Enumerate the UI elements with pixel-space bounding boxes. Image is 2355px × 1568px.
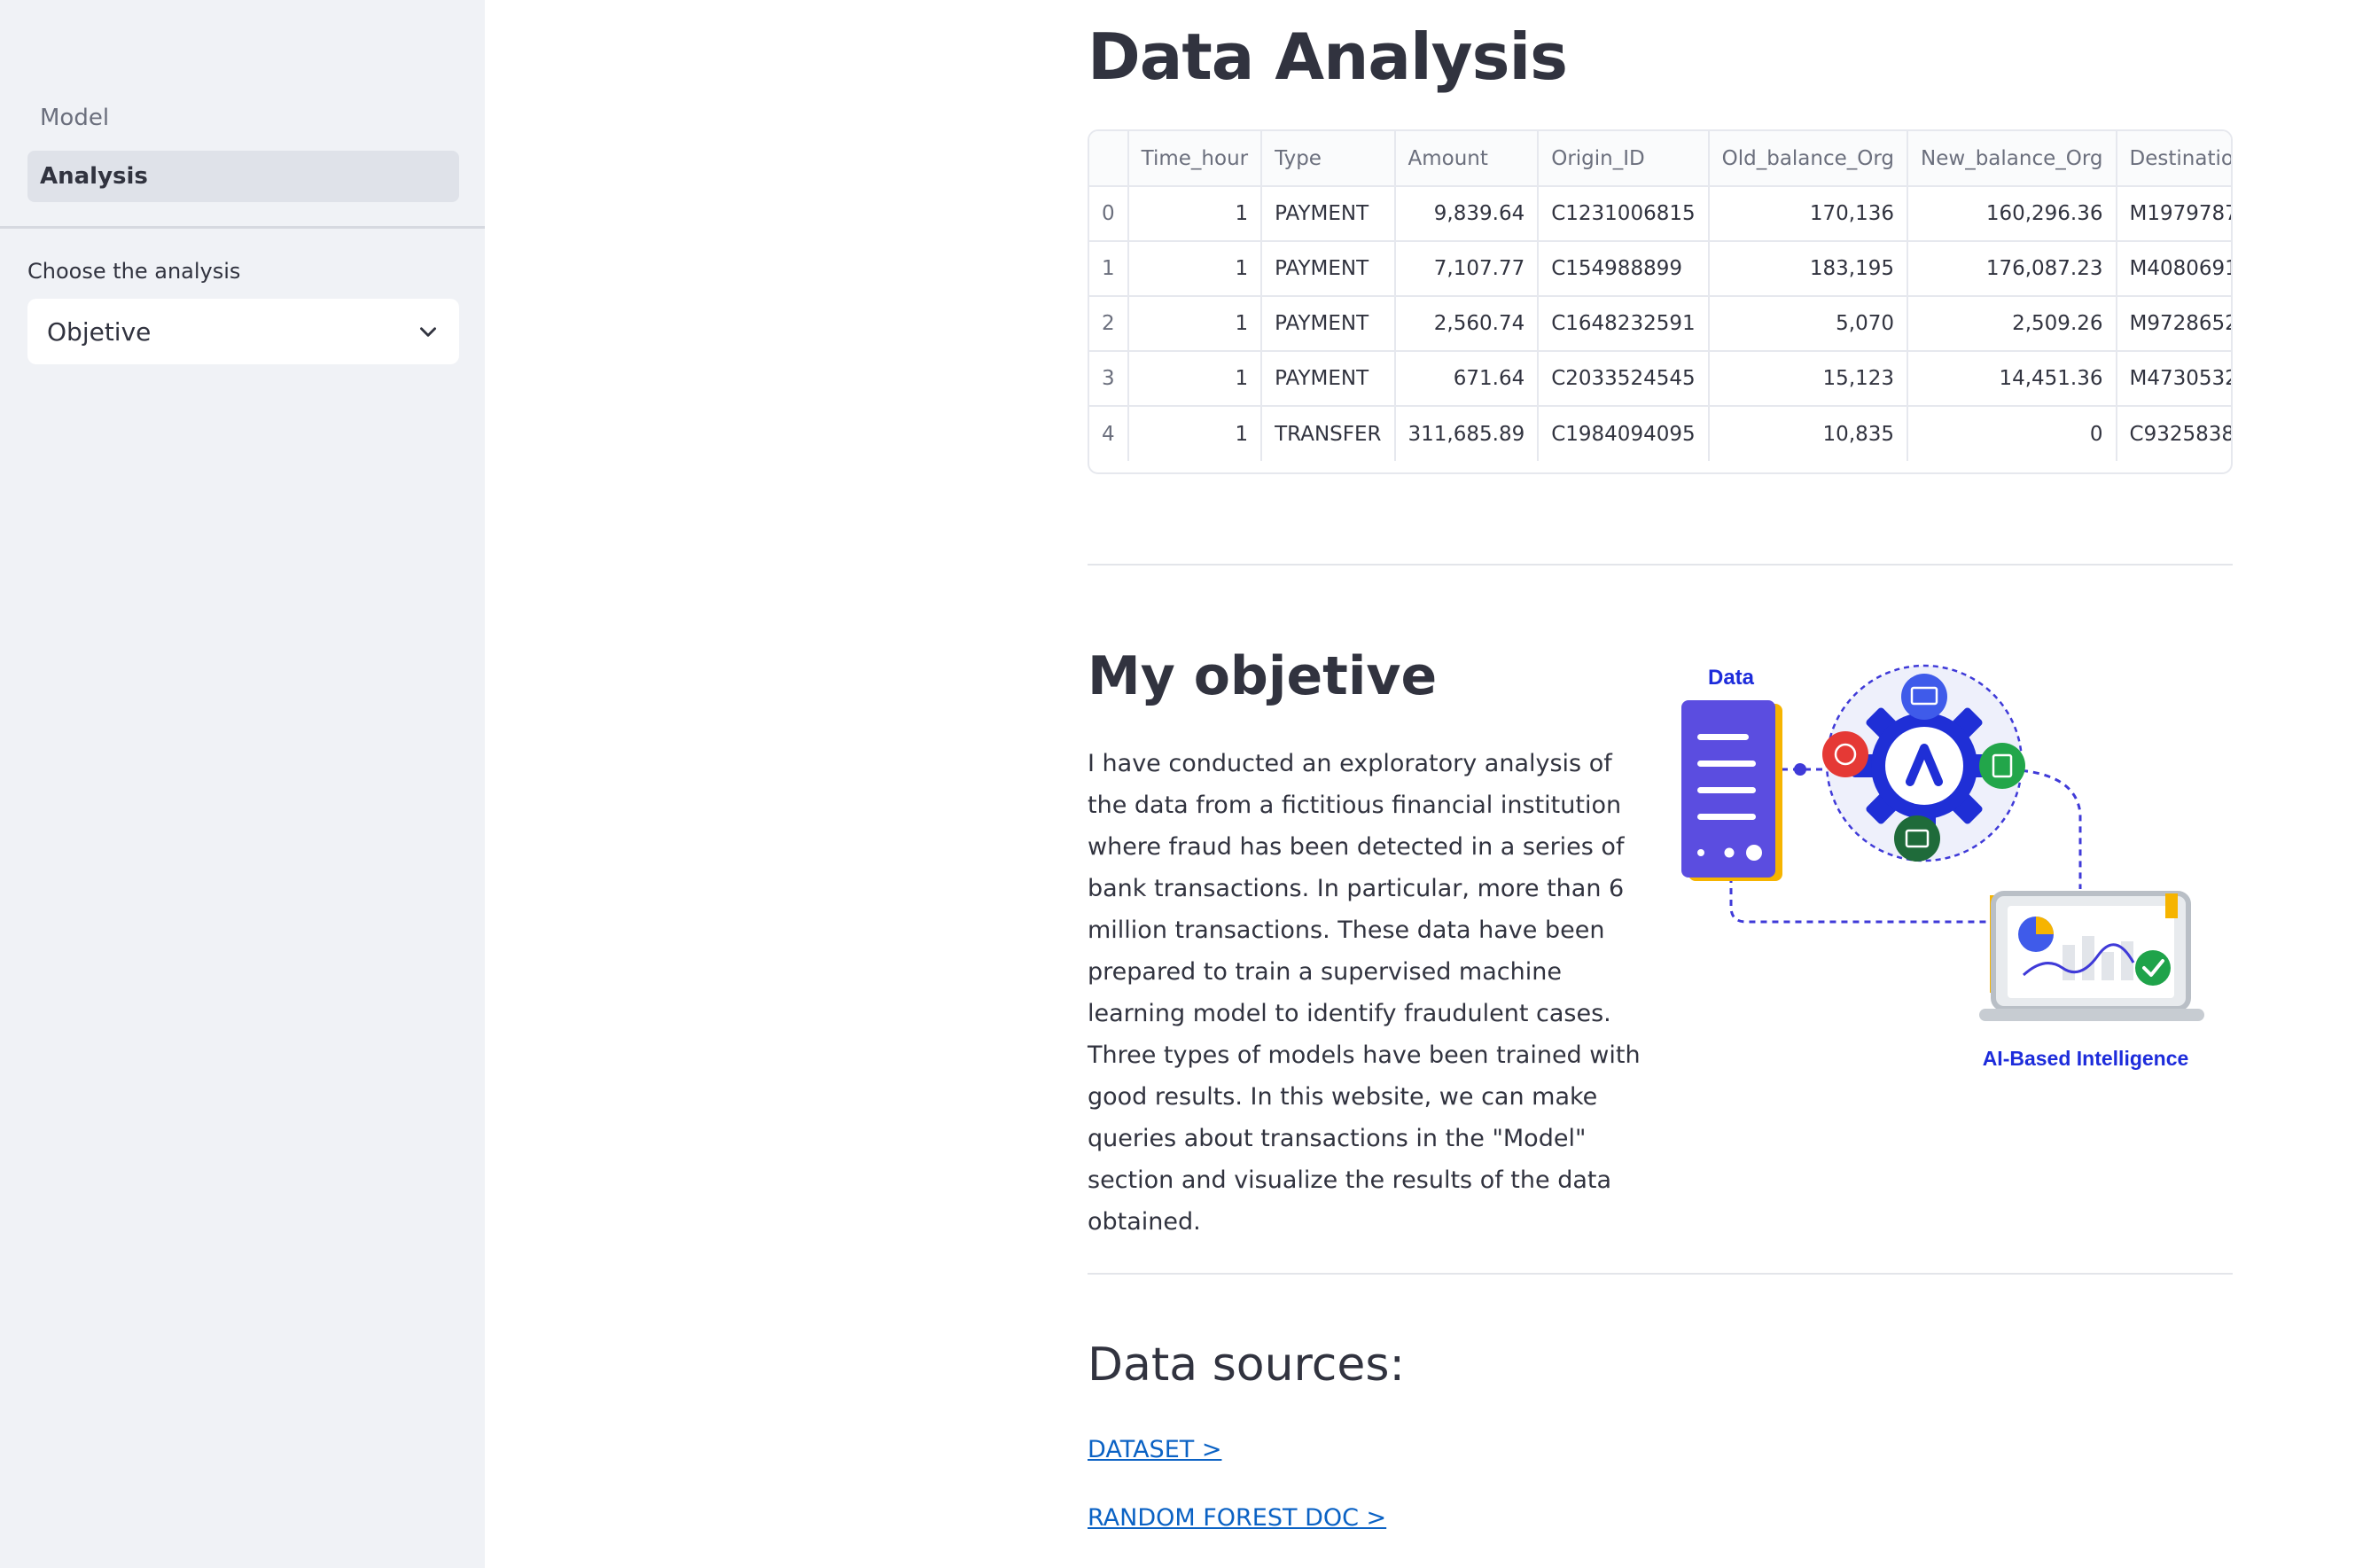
- row-index: 4: [1089, 406, 1129, 461]
- table-cell: C932583850: [2116, 406, 2231, 461]
- objective-text: I have conducted an exploratory analysis…: [1088, 750, 1641, 1236]
- table-cell: M473053293: [2116, 351, 2231, 407]
- illustration-label-ai: AI-Based Intelligence: [1983, 1047, 2189, 1070]
- sidebar-nav: Model Analysis: [27, 92, 459, 209]
- connector-dot: [1794, 763, 1806, 776]
- row-index: 0: [1089, 186, 1129, 242]
- data-table[interactable]: Time_hour Type Amount Origin_ID Old_bala…: [1088, 129, 2233, 474]
- table-cell: M972865270: [2116, 296, 2231, 352]
- table-cell: 183,195: [1708, 241, 1909, 297]
- chevron-down-icon: [420, 327, 436, 337]
- document-icon: [1979, 743, 2025, 789]
- table-cell: 671.64: [1394, 351, 1540, 407]
- table-row: 1 1 PAYMENT 7,107.77 C154988899 183,195 …: [1089, 241, 2231, 297]
- column-header[interactable]: Old_balance_Org: [1708, 131, 1909, 187]
- table-cell: 1: [1127, 351, 1263, 407]
- table-cell: PAYMENT: [1261, 296, 1396, 352]
- divider: [1088, 1273, 2233, 1275]
- column-header-index: [1089, 131, 1129, 187]
- objective-title: My objetive: [1088, 645, 1438, 707]
- sidebar-divider: [0, 226, 485, 229]
- column-header[interactable]: Time_hour: [1127, 131, 1263, 187]
- illustration-label-data: Data: [1708, 666, 1755, 690]
- table-cell: 7,107.77: [1394, 241, 1540, 297]
- bookmark-icon: [2165, 893, 2178, 918]
- table-cell: C154988899: [1538, 241, 1710, 297]
- table-cell: PAYMENT: [1261, 241, 1396, 297]
- table-cell: 10,835: [1708, 406, 1909, 461]
- ai-illustration: Data AI-Based Intelligence: [1681, 664, 2204, 1070]
- random-forest-doc-link[interactable]: RANDOM FOREST DOC >: [1088, 1504, 1386, 1532]
- table-cell: TRANSFER: [1261, 406, 1396, 461]
- table-cell: 1: [1127, 186, 1263, 242]
- sidebar: Model Analysis Choose the analysis Objet…: [0, 0, 485, 1568]
- table-cell: PAYMENT: [1261, 351, 1396, 407]
- analysis-select-value: Objetive: [47, 316, 152, 347]
- table-row: 0 1 PAYMENT 9,839.64 C1231006815 170,136…: [1089, 186, 2231, 242]
- table-cell: 15,123: [1708, 351, 1909, 407]
- table-row: 4 1 TRANSFER 311,685.89 C1984094095 10,8…: [1089, 406, 2231, 461]
- analysis-select[interactable]: Objetive: [27, 299, 459, 364]
- monitor-icon: [1901, 674, 1947, 720]
- api-icon: [1822, 731, 1868, 777]
- table-cell: C2033524545: [1538, 351, 1710, 407]
- divider: [1088, 564, 2233, 566]
- video-icon: [1894, 815, 1940, 862]
- column-header[interactable]: Type: [1261, 131, 1396, 187]
- table-cell: 5,070: [1708, 296, 1909, 352]
- column-header[interactable]: Destination: [2116, 131, 2231, 187]
- table-cell: 1: [1127, 241, 1263, 297]
- table-cell: M1979787155: [2116, 186, 2231, 242]
- data-sources-title: Data sources:: [1088, 1338, 1405, 1392]
- table-cell: C1231006815: [1538, 186, 1710, 242]
- column-header[interactable]: New_balance_Org: [1907, 131, 2117, 187]
- table-header-row: Time_hour Type Amount Origin_ID Old_bala…: [1089, 131, 2231, 187]
- check-icon: [2135, 950, 2171, 986]
- table-cell: 170,136: [1708, 186, 1909, 242]
- sidebar-item-model[interactable]: Model: [27, 92, 459, 144]
- table-cell: 2,560.74: [1394, 296, 1540, 352]
- row-index: 1: [1089, 241, 1129, 297]
- table-cell: C1648232591: [1538, 296, 1710, 352]
- table-cell: 160,296.36: [1907, 186, 2117, 242]
- table-cell: C1984094095: [1538, 406, 1710, 461]
- column-header[interactable]: Amount: [1394, 131, 1540, 187]
- page-title: Data Analysis: [1088, 20, 1568, 94]
- dataset-link[interactable]: DATASET >: [1088, 1436, 1221, 1463]
- analysis-select-label: Choose the analysis: [27, 259, 241, 284]
- table-cell: PAYMENT: [1261, 186, 1396, 242]
- table-cell: 1: [1127, 296, 1263, 352]
- table-cell: M408069119: [2116, 241, 2231, 297]
- table-cell: 2,509.26: [1907, 296, 2117, 352]
- table-cell: 1: [1127, 406, 1263, 461]
- table-row: 3 1 PAYMENT 671.64 C2033524545 15,123 14…: [1089, 351, 2231, 407]
- table-cell: 311,685.89: [1394, 406, 1540, 461]
- row-index: 2: [1089, 296, 1129, 352]
- table-row: 2 1 PAYMENT 2,560.74 C1648232591 5,070 2…: [1089, 296, 2231, 352]
- table-cell: 176,087.23: [1907, 241, 2117, 297]
- table-cell: 0: [1907, 406, 2117, 461]
- table-cell: 14,451.36: [1907, 351, 2117, 407]
- row-index: 3: [1089, 351, 1129, 407]
- sidebar-item-analysis[interactable]: Analysis: [27, 151, 459, 202]
- table-cell: 9,839.64: [1394, 186, 1540, 242]
- column-header[interactable]: Origin_ID: [1538, 131, 1710, 187]
